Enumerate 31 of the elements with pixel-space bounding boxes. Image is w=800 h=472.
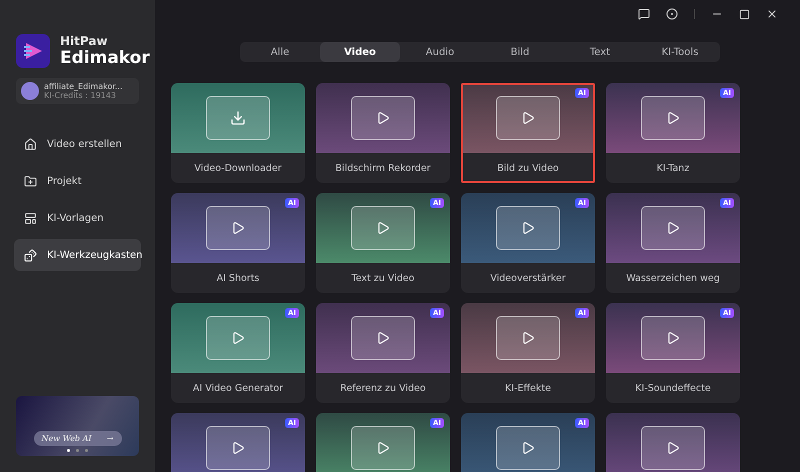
tool-label: Bild zu Video [496, 162, 560, 176]
sidebar-item[interactable]: KI-Werkzeugkasten [14, 239, 141, 271]
category-tab[interactable]: Audio [400, 42, 480, 62]
tool-label: Videoverstärker [489, 272, 567, 286]
category-tab[interactable]: Video [320, 42, 400, 62]
tool-label: Text zu Video [350, 272, 416, 286]
tool-label: AI Shorts [216, 272, 260, 286]
sidebar-item[interactable]: Video erstellen [14, 128, 141, 160]
tool-label: KI-Soundeffecte [634, 382, 712, 396]
tool-label: Bildschirm Rekorder [334, 162, 432, 176]
category-tab[interactable]: Alle [240, 42, 320, 62]
account-card[interactable]: affiliate_Edimakor... KI-Credits : 19143 [16, 78, 139, 104]
sidebar-item[interactable]: Projekt [14, 165, 141, 197]
tool-card[interactable]: Video-Downloader [171, 83, 305, 183]
product-name: Edimakor [60, 48, 150, 68]
category-tab[interactable]: Text [560, 42, 640, 62]
tool-label: AI Video Generator [192, 382, 284, 396]
credits-text: KI-Credits : 19143 [44, 91, 117, 100]
tool-label: Referenz zu Video [339, 382, 427, 396]
tool-label: KI-Tanz [656, 162, 690, 176]
banner-pill[interactable]: New Web AI → [34, 431, 122, 446]
tool-label: Video-Downloader [193, 162, 283, 176]
tool-label: KI-Effekte [504, 382, 552, 396]
account-name: affiliate_Edimakor... [44, 82, 123, 91]
category-tab[interactable]: Bild [480, 42, 560, 62]
promo-banner[interactable]: New Web AI → [16, 396, 139, 456]
brand-name: HitPaw [60, 34, 109, 48]
sidebar-item[interactable]: KI-Vorlagen [14, 202, 141, 234]
tool-card[interactable]: Bildschirm Rekorder [316, 83, 450, 183]
category-tab[interactable]: KI-Tools [640, 42, 720, 62]
tool-label: Wasserzeichen weg [625, 272, 721, 286]
